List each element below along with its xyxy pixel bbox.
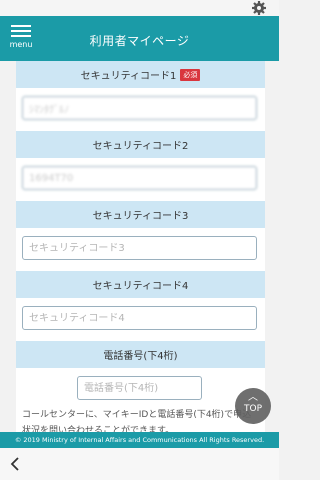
top-label: TOP [243, 404, 262, 414]
field-label-text: セキュリティコード3 [92, 211, 189, 222]
gear-icon[interactable] [251, 0, 267, 16]
field-label-text: セキュリティコード2 [92, 141, 189, 152]
field-row-code4 [16, 298, 265, 341]
security-code-1-input[interactable] [22, 96, 257, 120]
browser-bottom-bar [0, 448, 279, 480]
field-row-code1 [16, 88, 265, 131]
field-label-code3: セキュリティコード3 [16, 201, 265, 228]
field-row-phone [16, 368, 265, 411]
security-code-3-input[interactable] [22, 236, 257, 260]
field-label-code1: セキュリティコード1 必須 [16, 61, 265, 88]
copyright-text: © 2019 Ministry of Internal Affairs and … [14, 436, 265, 444]
field-label-phone: 電話番号(下4桁) [16, 341, 265, 368]
field-row-code3 [16, 228, 265, 271]
copyright-footer: © 2019 Ministry of Internal Affairs and … [0, 432, 279, 448]
security-code-4-input[interactable] [22, 306, 257, 330]
security-code-2-input[interactable] [22, 166, 257, 190]
top-strip [0, 0, 279, 16]
chevron-up-icon: ︿ [248, 392, 258, 403]
chevron-left-icon[interactable] [9, 456, 21, 472]
field-label-text: セキュリティコード4 [92, 281, 189, 292]
page-title: 利用者マイページ [89, 34, 190, 48]
field-label-text: セキュリティコード1 [80, 71, 177, 82]
app-header: menu 利用者マイページ [0, 16, 279, 61]
scroll-top-button[interactable]: ︿ TOP [235, 388, 271, 424]
field-label-code4: セキュリティコード4 [16, 271, 265, 298]
phone-last4-input[interactable] [77, 376, 202, 400]
field-label-code2: セキュリティコード2 [16, 131, 265, 158]
field-label-text: 電話番号(下4桁) [103, 351, 178, 362]
field-row-code2 [16, 158, 265, 201]
security-code-form: セキュリティコード1 必須 セキュリティコード2 セキュリティコード3 セキュリ… [16, 61, 265, 432]
required-badge: 必須 [180, 68, 201, 81]
